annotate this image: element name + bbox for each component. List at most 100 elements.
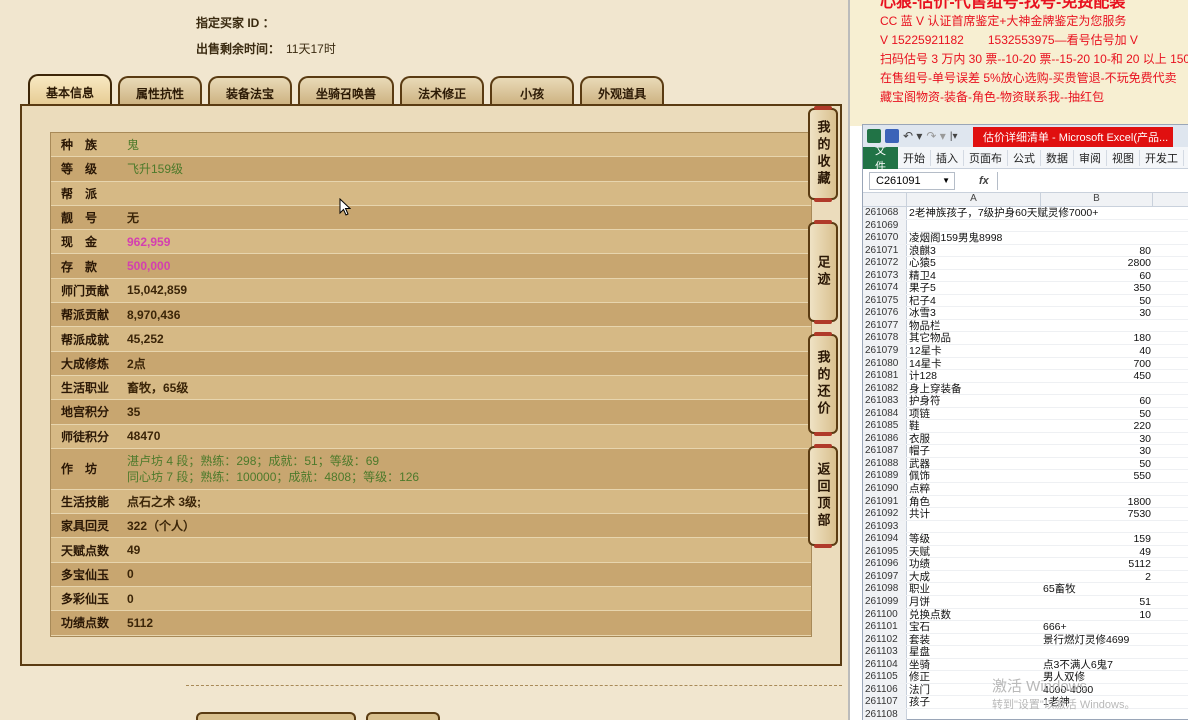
cell-b[interactable]: 50: [1041, 458, 1153, 470]
row-number[interactable]: 261099: [863, 595, 907, 608]
cell-b[interactable]: 1800: [1041, 496, 1153, 508]
side-button-3[interactable]: 返回顶部: [808, 444, 838, 548]
ribbon-tab[interactable]: 开发工: [1140, 149, 1184, 166]
cell-a[interactable]: 杞子4: [907, 295, 1041, 307]
row-number[interactable]: 261083: [863, 395, 907, 407]
row-number[interactable]: 261101: [863, 621, 907, 633]
cell-a[interactable]: 果子5: [907, 282, 1041, 294]
cell-b[interactable]: 666+: [1041, 621, 1153, 633]
cell-a[interactable]: 天赋: [907, 546, 1041, 558]
cell-a[interactable]: 职业: [907, 583, 1041, 595]
side-button-0[interactable]: 我的收藏: [808, 106, 838, 202]
cell-a[interactable]: 等级: [907, 533, 1041, 545]
cell-a[interactable]: 武器: [907, 458, 1041, 470]
row-number[interactable]: 261077: [863, 319, 907, 332]
cell-b[interactable]: [1041, 220, 1153, 232]
cell-a[interactable]: 2老神族孩子，7级护身60天赋灵修7000+: [907, 207, 1098, 219]
cell-a[interactable]: 功绩: [907, 558, 1041, 570]
ribbon-tab[interactable]: 开始: [898, 149, 931, 166]
row-number[interactable]: 261105: [863, 671, 907, 683]
cell-b[interactable]: 49: [1041, 546, 1153, 558]
cell-b[interactable]: 10: [1041, 609, 1153, 621]
row-number[interactable]: 261097: [863, 570, 907, 583]
name-box[interactable]: C261091 ▼: [869, 171, 955, 190]
cell-b[interactable]: 550: [1041, 470, 1153, 482]
cell-a[interactable]: 宝石: [907, 621, 1041, 633]
row-number[interactable]: 261079: [863, 345, 907, 357]
bottom-button-left[interactable]: [196, 712, 356, 720]
cell-a[interactable]: 大成: [907, 571, 1041, 583]
row-number[interactable]: 261068: [863, 207, 907, 219]
row-number[interactable]: 261103: [863, 646, 907, 658]
cell-b[interactable]: 450: [1041, 370, 1153, 382]
cell-a[interactable]: 12星卡: [907, 345, 1041, 357]
cell-a[interactable]: 佩饰: [907, 470, 1041, 482]
cell-b[interactable]: [1041, 521, 1153, 533]
ribbon-tab[interactable]: 审阅: [1074, 149, 1107, 166]
cell-b[interactable]: 60: [1041, 270, 1153, 282]
ribbon-tab[interactable]: 数据: [1041, 149, 1074, 166]
cell-a[interactable]: 浪麒3: [907, 245, 1041, 257]
row-number[interactable]: 261070: [863, 232, 907, 244]
tab-0[interactable]: 基本信息: [28, 74, 113, 108]
cell-b[interactable]: 50: [1041, 408, 1153, 420]
column-header-b[interactable]: B: [1041, 193, 1153, 206]
cell-b[interactable]: 点3不满人6鬼7: [1041, 659, 1153, 671]
row-number[interactable]: 261082: [863, 382, 907, 395]
row-number[interactable]: 261104: [863, 658, 907, 671]
row-number[interactable]: 261091: [863, 495, 907, 508]
cell-a[interactable]: 月饼: [907, 596, 1041, 608]
row-number[interactable]: 261093: [863, 520, 907, 533]
cell-a[interactable]: 帽子: [907, 445, 1041, 457]
row-number[interactable]: 261095: [863, 545, 907, 558]
ribbon-tab[interactable]: 视图: [1107, 149, 1140, 166]
cell-b[interactable]: 51: [1041, 596, 1153, 608]
cell-b[interactable]: [1041, 483, 1153, 495]
ribbon-tab[interactable]: 更多: [1184, 150, 1188, 166]
ribbon-tab[interactable]: 页面布: [964, 149, 1008, 166]
cell-a[interactable]: 星盘: [907, 646, 1041, 658]
column-header-c[interactable]: [1153, 193, 1188, 206]
row-number[interactable]: 261096: [863, 558, 907, 570]
cell-b[interactable]: 5112: [1041, 558, 1153, 570]
cell-b[interactable]: 30: [1041, 433, 1153, 445]
cell-a[interactable]: 角色: [907, 496, 1041, 508]
cell-b[interactable]: [1041, 646, 1153, 658]
cell-a[interactable]: 计128: [907, 370, 1041, 382]
cell-a[interactable]: 精卫4: [907, 270, 1041, 282]
row-number[interactable]: 261098: [863, 583, 907, 595]
cell-b[interactable]: 景行燃灯灵修4699: [1041, 634, 1153, 646]
cell-a[interactable]: 其它物品: [907, 332, 1041, 344]
row-number[interactable]: 261085: [863, 420, 907, 432]
side-button-1[interactable]: 足迹: [808, 220, 838, 324]
row-number[interactable]: 261078: [863, 332, 907, 345]
cell-a[interactable]: 衣服: [907, 433, 1041, 445]
cell-b[interactable]: 40: [1041, 345, 1153, 357]
formula-input[interactable]: [996, 171, 1188, 190]
row-number[interactable]: 261092: [863, 508, 907, 520]
row-number[interactable]: 261107: [863, 696, 907, 708]
cell-b[interactable]: [1041, 232, 1153, 244]
cell-b[interactable]: 7530: [1041, 508, 1153, 520]
undo-icon[interactable]: ↶ ▾: [903, 129, 922, 143]
row-number[interactable]: 261108: [863, 708, 907, 720]
cell-b[interactable]: 30: [1041, 307, 1153, 319]
cell-b[interactable]: 700: [1041, 358, 1153, 370]
row-number[interactable]: 261089: [863, 470, 907, 483]
row-number[interactable]: 261100: [863, 608, 907, 621]
row-number[interactable]: 261074: [863, 282, 907, 294]
cell-a[interactable]: [907, 220, 1041, 232]
row-number[interactable]: 261072: [863, 257, 907, 269]
cell-a[interactable]: 坐骑: [907, 659, 1041, 671]
ribbon-tab[interactable]: 插入: [931, 149, 964, 166]
row-number[interactable]: 261094: [863, 533, 907, 545]
row-number[interactable]: 261080: [863, 357, 907, 370]
cell-a[interactable]: 兑换点数: [907, 609, 1041, 621]
cell-b[interactable]: 220: [1041, 420, 1153, 432]
row-number[interactable]: 261069: [863, 219, 907, 232]
redo-icon[interactable]: ↷ ▾: [926, 129, 945, 143]
row-number[interactable]: 261071: [863, 244, 907, 257]
cell-a[interactable]: 物品栏: [907, 320, 1041, 332]
cell-a[interactable]: 身上穿装备: [907, 383, 1041, 395]
cell-b[interactable]: 2800: [1041, 257, 1153, 269]
